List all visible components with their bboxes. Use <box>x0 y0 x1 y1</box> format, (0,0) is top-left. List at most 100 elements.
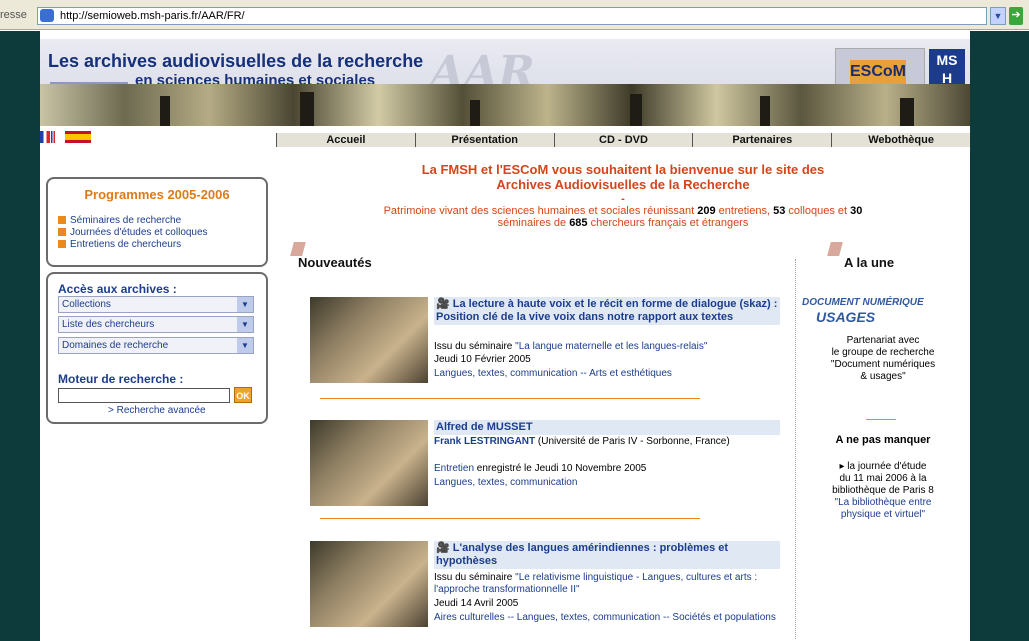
news-article: 🎥 La lecture à haute voix et le récit en… <box>310 297 780 397</box>
site-container: Les archives audiovisuelles de la recher… <box>40 31 970 641</box>
programme-link-seminaires[interactable]: Séminaires de recherche <box>58 215 181 226</box>
french-flag-icon[interactable] <box>40 131 50 143</box>
partner-text: le groupe de recherche <box>831 347 935 358</box>
article-title-text: La lecture à haute voix et le récit en f… <box>436 298 778 323</box>
site-title[interactable]: Les archives audiovisuelles de la recher… <box>48 51 423 72</box>
chevron-down-icon[interactable]: ▼ <box>237 297 253 312</box>
programme-link-journees[interactable]: Journées d'études et colloques <box>58 227 208 238</box>
photo-silhouette <box>760 96 770 126</box>
une-heading: A la une <box>844 255 895 270</box>
article-source: Issu du séminaire "La langue maternelle … <box>434 341 780 353</box>
bullet-icon <box>58 228 66 237</box>
count-entretiens: 209 <box>697 205 716 217</box>
escom-logo-text: ESCoM <box>850 60 906 84</box>
record-date: enregistré le Jeudi 10 Novembre 2005 <box>474 463 647 474</box>
usages-logo[interactable]: USAGES <box>816 309 875 325</box>
article-title[interactable]: Alfred de MUSSET <box>434 420 780 435</box>
url-input[interactable]: http://semioweb.msh-paris.fr/AAR/FR/ <box>37 7 987 25</box>
programme-link-entretiens[interactable]: Entretiens de chercheurs <box>58 239 181 250</box>
event-text: du 11 mai 2006 à la <box>839 473 927 484</box>
nav-partenaires[interactable]: Partenaires <box>692 133 832 147</box>
advanced-search-link[interactable]: > Recherche avancée <box>108 405 206 416</box>
nouveautes-icon <box>290 242 306 256</box>
event-link[interactable]: "La bibliothèque entre <box>796 497 970 509</box>
article-separator <box>320 518 700 519</box>
photo-silhouette <box>470 100 480 126</box>
count-seminaires: 30 <box>850 205 863 217</box>
article-date: Jeudi 10 Février 2005 <box>434 354 531 365</box>
article-author: Frank LESTRINGANT (Université de Paris I… <box>434 436 780 448</box>
chercheurs-select[interactable]: Liste des chercheurs ▼ <box>58 316 254 333</box>
event-text: bibliothèque de Paris 8 <box>832 485 934 496</box>
spanish-flag-icon[interactable] <box>65 131 92 143</box>
source-prefix: Issu du séminaire <box>434 341 516 352</box>
logo-text: DOCUMENT NUMÉRIQUE <box>802 297 924 308</box>
patrimoine-line1: Patrimoine vivant des sciences humaines … <box>276 205 970 217</box>
french-flag-edge <box>51 131 55 143</box>
article-topics[interactable]: Langues, textes, communication <box>434 477 780 489</box>
article-title[interactable]: 🎥 L'analyse des langues amérindiennes : … <box>434 541 780 569</box>
archives-access-box: Accès aux archives : Collections ▼ Liste … <box>46 272 268 424</box>
count-colloques: 53 <box>773 205 786 217</box>
language-flags <box>40 131 110 145</box>
article-source: Issu du séminaire "Le relativisme lingui… <box>434 572 780 596</box>
patrimoine-text: colloques et <box>785 205 851 217</box>
article-photo[interactable] <box>310 297 428 383</box>
photo-silhouette <box>630 94 642 126</box>
photo-silhouette <box>160 96 170 126</box>
chevron-down-icon[interactable]: ▼ <box>237 338 253 353</box>
patrimoine-text: chercheurs français et étrangers <box>587 217 749 229</box>
left-sidebar: Programmes 2005-2006 Séminaires de reche… <box>40 149 276 641</box>
programmes-box: Programmes 2005-2006 Séminaires de reche… <box>46 177 268 267</box>
select-value: Liste des chercheurs <box>62 319 155 330</box>
search-ok-button[interactable]: OK <box>234 387 252 403</box>
main-navigation: Accueil Présentation CD - DVD Partenaire… <box>276 133 970 147</box>
article-photo[interactable] <box>310 541 428 627</box>
une-icon <box>827 242 843 256</box>
partner-text: & usages" <box>860 371 906 382</box>
article-separator <box>320 398 700 399</box>
article-record: Entretien enregistré le Jeudi 10 Novembr… <box>434 463 780 475</box>
photo-silhouette <box>300 92 314 126</box>
nav-accueil[interactable]: Accueil <box>276 133 415 147</box>
address-bar: resse http://semioweb.msh-paris.fr/AAR/F… <box>0 0 1029 30</box>
welcome-line2: Archives Audiovisuelles de la Recherche <box>496 177 750 192</box>
welcome-line1: La FMSH et l'ESCoM vous souhaitent la bi… <box>421 162 825 177</box>
go-button-icon[interactable]: ➔ <box>1009 7 1023 25</box>
nav-cd-dvd[interactable]: CD - DVD <box>553 133 693 147</box>
event-link[interactable]: physique et virtuel" <box>796 509 970 521</box>
video-icon: 🎥 <box>436 542 453 554</box>
article-topics[interactable]: Aires culturelles -- Langues, textes, co… <box>434 612 780 624</box>
chevron-down-icon[interactable]: ▼ <box>237 317 253 332</box>
patrimoine-text: entretiens, <box>715 205 774 217</box>
url-dropdown-icon[interactable]: ▼ <box>990 7 1006 25</box>
escom-logo[interactable]: ESCoM <box>835 48 925 88</box>
event-text: ▸ la journée d'étude <box>839 461 927 472</box>
video-icon: 🎥 <box>436 298 453 310</box>
photo-strip <box>40 84 970 126</box>
ne-pas-manquer-heading: A ne pas manquer <box>835 434 931 446</box>
search-engine-title: Moteur de recherche : <box>58 372 184 386</box>
programme-label: Séminaires de recherche <box>70 215 182 226</box>
ie-page-icon <box>40 9 54 22</box>
partner-text: Partenariat avec <box>846 335 920 346</box>
entretien-link[interactable]: Entretien <box>434 463 474 474</box>
acces-title: Accès aux archives : <box>58 282 177 296</box>
select-value: Domaines de recherche <box>62 340 169 351</box>
nav-presentation[interactable]: Présentation <box>414 133 554 147</box>
article-photo[interactable] <box>310 420 428 506</box>
msh-logo[interactable]: MS H <box>929 49 965 89</box>
programme-label: Entretiens de chercheurs <box>70 239 182 250</box>
address-label: resse <box>0 9 27 21</box>
bullet-icon <box>58 240 66 249</box>
nouveautes-heading: Nouveautés <box>298 255 372 270</box>
nav-webotheque[interactable]: Webothèque <box>831 133 970 147</box>
domaines-select[interactable]: Domaines de recherche ▼ <box>58 337 254 354</box>
article-title[interactable]: 🎥 La lecture à haute voix et le récit en… <box>434 297 780 325</box>
seminar-link[interactable]: "La langue maternelle et les langues-rel… <box>515 341 707 352</box>
search-input[interactable] <box>58 388 230 403</box>
welcome-dash: - <box>621 193 625 205</box>
collections-select[interactable]: Collections ▼ <box>58 296 254 313</box>
author-link[interactable]: Frank LESTRINGANT <box>434 436 535 447</box>
article-topics[interactable]: Langues, textes, communication -- Arts e… <box>434 368 780 380</box>
